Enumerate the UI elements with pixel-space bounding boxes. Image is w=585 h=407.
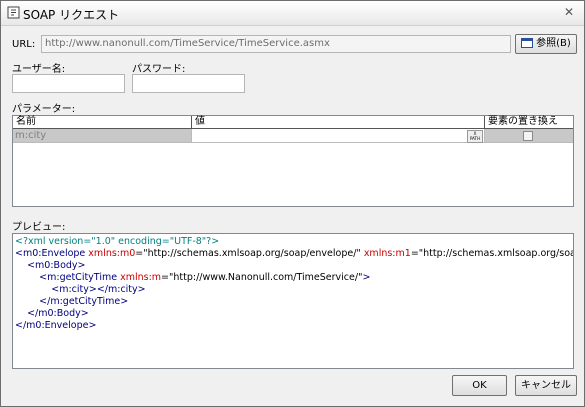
close-icon[interactable]: ✕ bbox=[560, 4, 578, 21]
param-replace-cell bbox=[485, 129, 573, 143]
title-bar: SOAP リクエスト ✕ bbox=[1, 1, 584, 26]
password-label: パスワード: bbox=[132, 64, 186, 75]
xpath-button[interactable]: X PATH bbox=[467, 130, 483, 143]
preview-line: <?xml version="1.0" encoding="UTF-8"?> bbox=[15, 236, 573, 248]
preview-token bbox=[15, 272, 39, 283]
xml-preview[interactable]: <?xml version="1.0" encoding="UTF-8"?> <m… bbox=[12, 233, 574, 369]
preview-line: <m:city></m:city> bbox=[15, 284, 573, 296]
preview-token: xmlns:m1 bbox=[363, 248, 411, 259]
preview-line: </m:getCityTime> bbox=[15, 296, 573, 308]
replace-element-checkbox[interactable] bbox=[523, 131, 533, 141]
window-title: SOAP リクエスト bbox=[23, 8, 120, 22]
password-field[interactable] bbox=[132, 74, 245, 93]
browse-icon bbox=[521, 37, 534, 48]
preview-token: ="http://www.Nanonull.com/TimeService/" bbox=[161, 272, 363, 283]
preview-token bbox=[15, 260, 27, 271]
preview-label: プレビュー: bbox=[12, 222, 66, 233]
url-field[interactable]: http://www.nanonull.com/TimeService/Time… bbox=[41, 35, 511, 53]
cancel-button[interactable]: キャンセル bbox=[515, 375, 577, 396]
column-header-replace[interactable]: 要素の置き換え bbox=[485, 116, 573, 129]
username-label: ユーザー名: bbox=[12, 64, 66, 75]
preview-token: </m0:Body> bbox=[27, 308, 89, 319]
preview-token: ="http://schemas.xmlsoap.org/soap/envelo… bbox=[135, 248, 364, 259]
preview-token: <m0:Envelope bbox=[15, 248, 89, 259]
preview-line: </m0:Body> bbox=[15, 308, 573, 320]
preview-line: <m:getCityTime xmlns:m="http://www.Nanon… bbox=[15, 272, 573, 284]
preview-line: <m0:Body> bbox=[15, 260, 573, 272]
preview-token: </m0:Envelope> bbox=[15, 320, 97, 331]
username-field[interactable] bbox=[12, 74, 125, 93]
param-value-cell[interactable]: X PATH bbox=[192, 129, 485, 143]
preview-token: xmlns:m bbox=[120, 272, 162, 283]
preview-token: xmlns:m0 bbox=[88, 248, 136, 259]
parameters-label: パラメーター: bbox=[12, 104, 76, 115]
preview-token bbox=[15, 308, 27, 319]
column-header-value[interactable]: 値 bbox=[192, 116, 485, 129]
preview-token: <?xml version="1.0" encoding="UTF-8"?> bbox=[15, 236, 220, 247]
ok-button[interactable]: OK bbox=[452, 375, 507, 396]
browse-label: 参照(B) bbox=[536, 38, 571, 49]
url-label: URL: bbox=[12, 39, 36, 50]
preview-token bbox=[15, 284, 51, 295]
column-header-name[interactable]: 名前 bbox=[13, 116, 192, 129]
preview-token: <m0:Body> bbox=[27, 260, 86, 271]
preview-token: ="http://schemas.xmlsoap.org/soap/encodi… bbox=[410, 248, 573, 259]
preview-line: <m0:Envelope xmlns:m0="http://schemas.xm… bbox=[15, 248, 573, 260]
parameters-grid: 名前 値 要素の置き換え m:city X PATH bbox=[12, 115, 574, 207]
soap-request-dialog: SOAP リクエスト ✕ URL: http://www.nanonull.co… bbox=[0, 0, 585, 407]
param-name-cell[interactable]: m:city bbox=[13, 129, 192, 143]
preview-token: > bbox=[362, 272, 371, 283]
preview-token bbox=[15, 296, 39, 307]
browse-button[interactable]: 参照(B) bbox=[515, 34, 577, 54]
preview-line: </m0:Envelope> bbox=[15, 320, 573, 332]
soap-app-icon bbox=[7, 6, 20, 19]
preview-token: <m:city></m:city> bbox=[51, 284, 146, 295]
preview-token: <m:getCityTime bbox=[39, 272, 121, 283]
preview-token: </m:getCityTime> bbox=[39, 296, 129, 307]
